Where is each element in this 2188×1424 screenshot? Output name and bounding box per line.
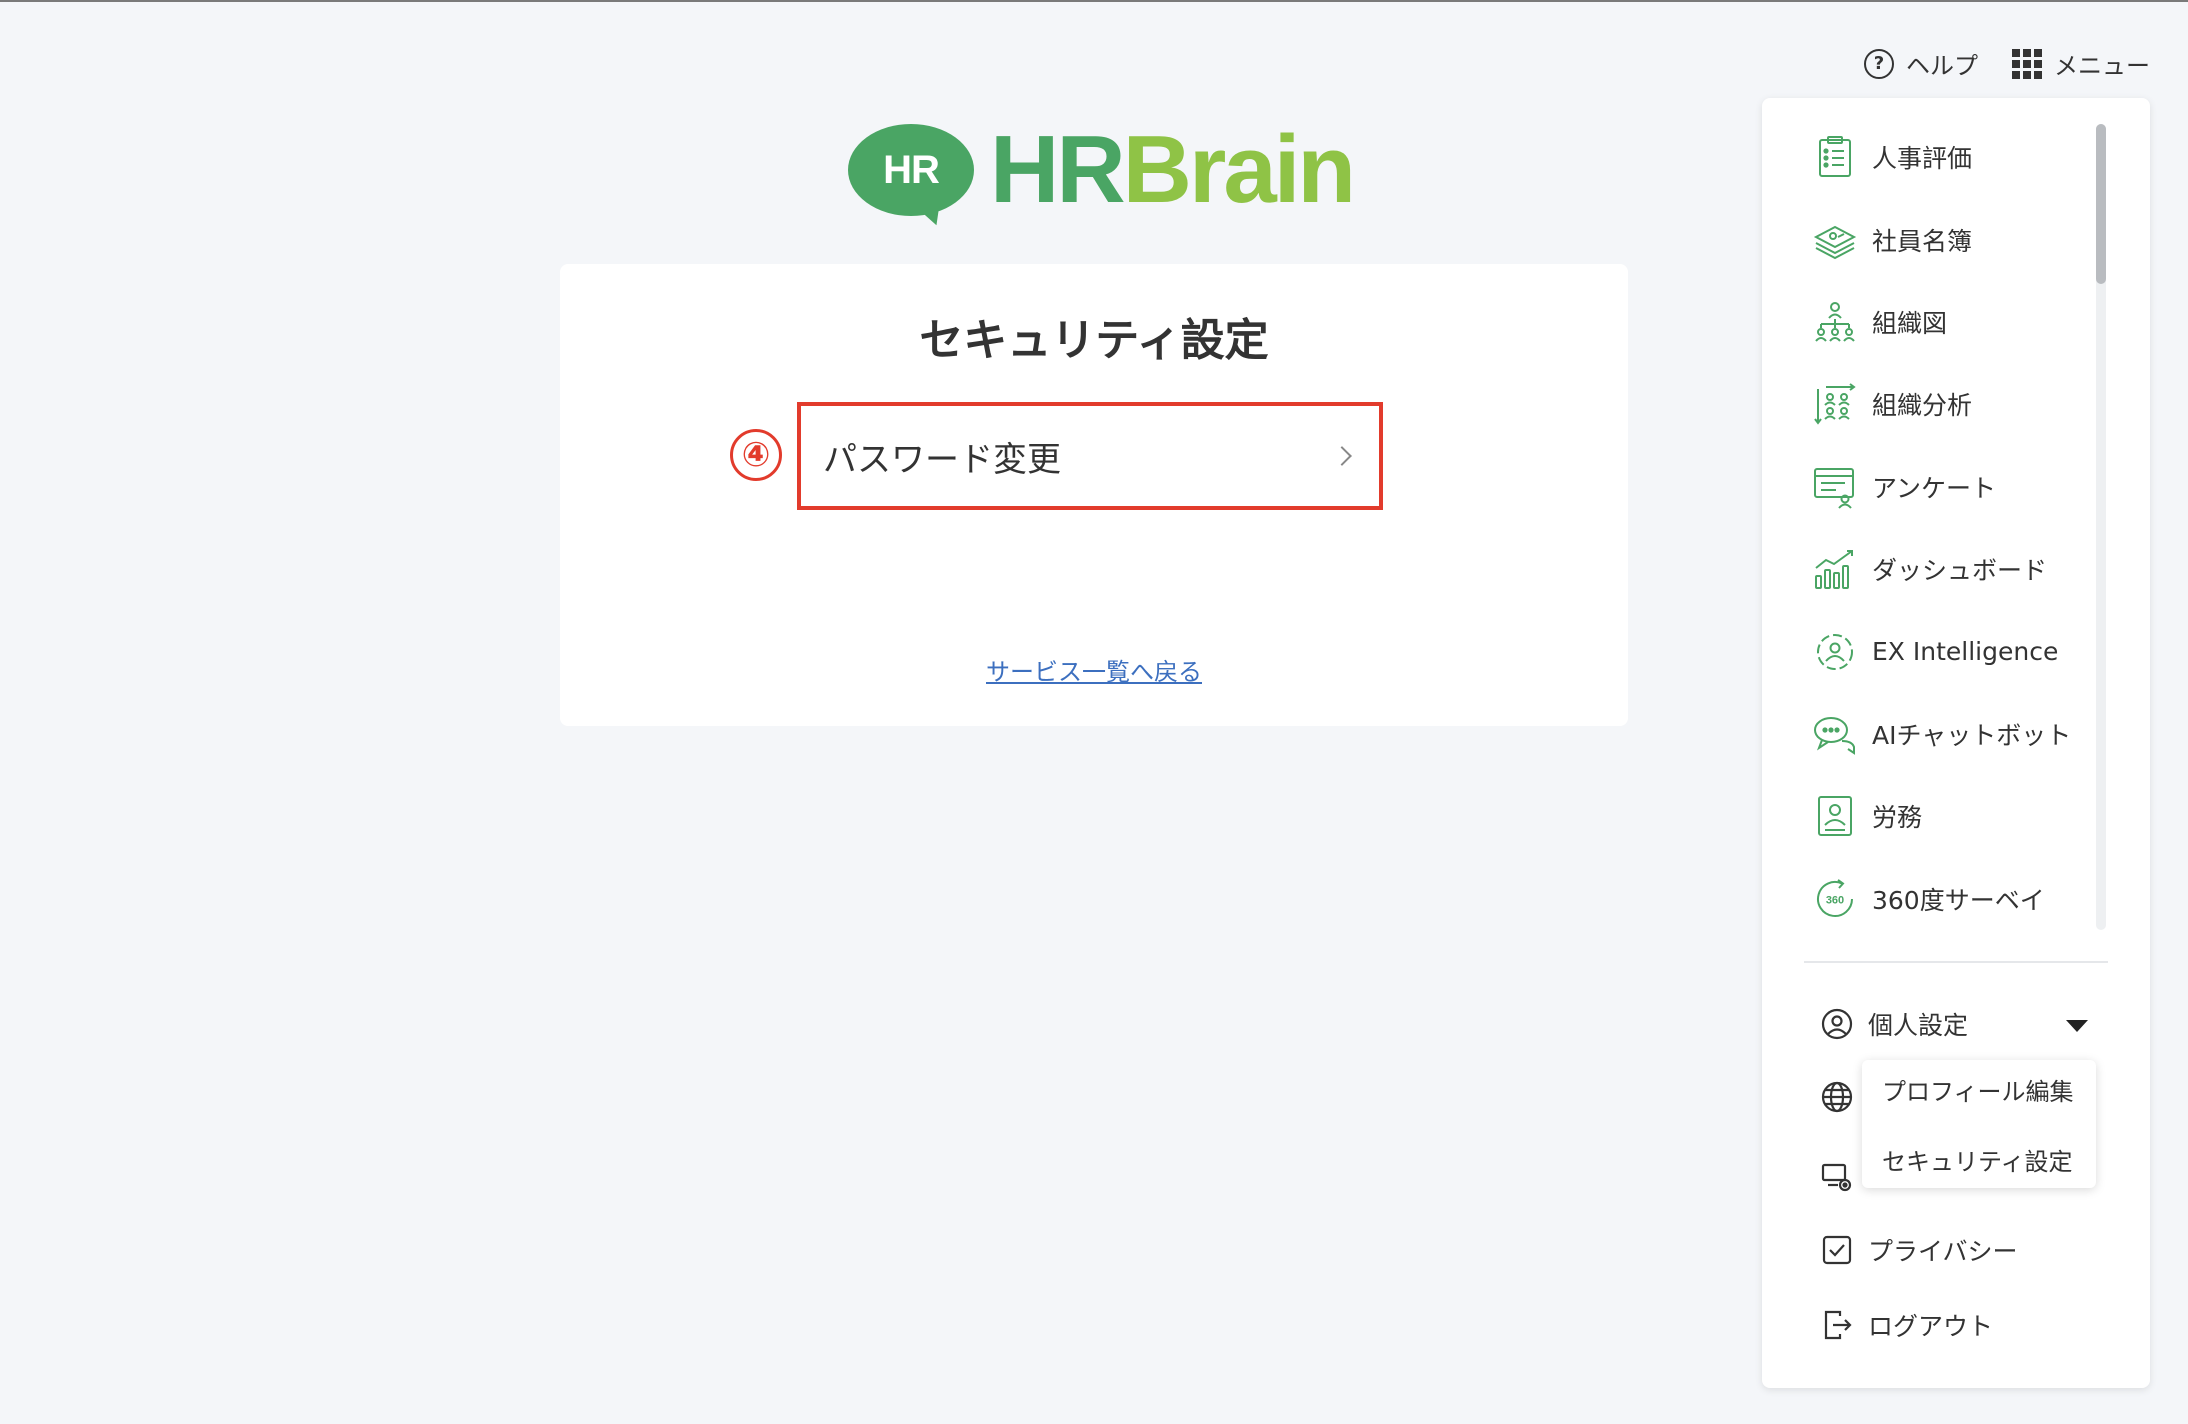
menu-button[interactable]: メニュー [2012, 46, 2150, 81]
menu-item-label: 社員名簿 [1872, 226, 1973, 256]
grid-icon [2012, 48, 2042, 79]
menu-item-label: 人事評価 [1872, 144, 1973, 174]
logo-wordmark: HRBrain [990, 116, 1356, 223]
menu-item-label: 組織分析 [1872, 391, 1973, 421]
menu-item-label: 労務 [1872, 803, 1923, 833]
password-change-label: パスワード変更 [823, 439, 1061, 480]
menu-item-label: AIチャットボット [1872, 720, 2072, 750]
ex-intelligence-icon [1817, 633, 1853, 670]
menu-item-evaluation[interactable]: 人事評価 [1762, 116, 2102, 198]
step-marker: ④ [730, 429, 782, 481]
svg-text:360: 360 [1826, 894, 1844, 906]
help-label: ヘルプ [1906, 52, 1978, 80]
org-chart-icon [1815, 301, 1855, 342]
menu-item-label: 360度サーベイ [1872, 885, 2045, 915]
page-title: セキュリティ設定 [919, 315, 1269, 366]
chatbot-icon [1814, 716, 1855, 755]
menu-scrollbar[interactable] [2096, 124, 2106, 930]
user-circle-icon [1821, 1008, 1853, 1040]
hrbrain-logo: HR HRBrain [848, 116, 1356, 231]
help-link[interactable]: ? ヘルプ [1864, 46, 1978, 81]
menu-item-org-analysis[interactable]: 組織分析 [1762, 363, 2102, 445]
shield-check-icon [1822, 1235, 1852, 1265]
personal-settings-label: 個人設定 [1868, 1011, 1969, 1040]
header-links: ? ヘルプ メニュー [1864, 46, 2150, 81]
menu-item-label: ダッシュボード [1872, 556, 2048, 586]
labor-icon [1818, 796, 1852, 837]
dashboard-chart-icon [1815, 550, 1853, 590]
personal-settings-submenu: プロフィール編集 セキュリティ設定 [1862, 1060, 2096, 1188]
logout-icon [1824, 1310, 1852, 1340]
logout-item[interactable]: ログアウト [1820, 1307, 1993, 1343]
monitor-gear-icon [1821, 1163, 1852, 1192]
logo-speech-bubble: HR [848, 124, 974, 231]
logout-label: ログアウト [1868, 1312, 1994, 1341]
service-list: 人事評価 社員名簿 組織図 組織分析 アンケート ダッシュボード EX Inte… [1762, 116, 2102, 940]
org-analysis-icon [1814, 383, 1856, 426]
window-top-border [0, 0, 2188, 2]
survey-360-icon: 360 [1817, 878, 1853, 917]
back-to-services-link[interactable]: サービス一覧へ戻る [560, 652, 1628, 687]
menu-item-label: 組織図 [1872, 308, 1948, 338]
chevron-right-icon [1332, 446, 1352, 466]
security-settings-card: セキュリティ設定 ④ パスワード変更 サービス一覧へ戻る [560, 264, 1628, 726]
menu-item-label: EX Intelligence [1872, 637, 2059, 667]
menu-divider [1804, 961, 2108, 963]
menu-item-employee-directory[interactable]: 社員名簿 [1762, 198, 2102, 280]
menu-item-labor[interactable]: 労務 [1762, 775, 2102, 857]
security-settings-link[interactable]: セキュリティ設定 [1882, 1142, 2073, 1177]
menu-item-ex-intelligence[interactable]: EX Intelligence [1762, 610, 2102, 692]
privacy-item[interactable]: プライバシー [1820, 1232, 2018, 1268]
menu-item-360-survey[interactable]: 360 360度サーベイ [1762, 858, 2102, 940]
privacy-label: プライバシー [1868, 1237, 2018, 1266]
profile-edit-link[interactable]: プロフィール編集 [1882, 1072, 2074, 1107]
caret-down-icon[interactable] [2066, 1020, 2088, 1032]
menu-item-org-chart[interactable]: 組織図 [1762, 281, 2102, 363]
menu-item-survey[interactable]: アンケート [1762, 446, 2102, 528]
globe-icon [1821, 1081, 1853, 1113]
menu-item-dashboard[interactable]: ダッシュボード [1762, 528, 2102, 610]
device-settings-item[interactable] [1820, 1160, 1854, 1194]
question-circle-icon: ? [1864, 48, 1894, 79]
password-change-item[interactable]: パスワード変更 [797, 402, 1383, 510]
evaluation-clipboard-icon [1819, 136, 1851, 178]
menu-item-label: アンケート [1872, 473, 1997, 503]
survey-icon [1814, 467, 1854, 509]
menu-item-ai-chatbot[interactable]: AIチャットボット [1762, 693, 2102, 775]
personal-settings-item[interactable]: 個人設定 [1820, 1006, 1968, 1042]
menu-panel: 人事評価 社員名簿 組織図 組織分析 アンケート ダッシュボード EX Inte… [1762, 98, 2150, 1388]
menu-label: メニュー [2054, 52, 2150, 80]
logo-badge-text: HR [883, 147, 940, 192]
language-item[interactable] [1820, 1080, 1854, 1114]
scrollbar-thumb[interactable] [2096, 124, 2106, 284]
employee-directory-icon [1813, 225, 1857, 259]
